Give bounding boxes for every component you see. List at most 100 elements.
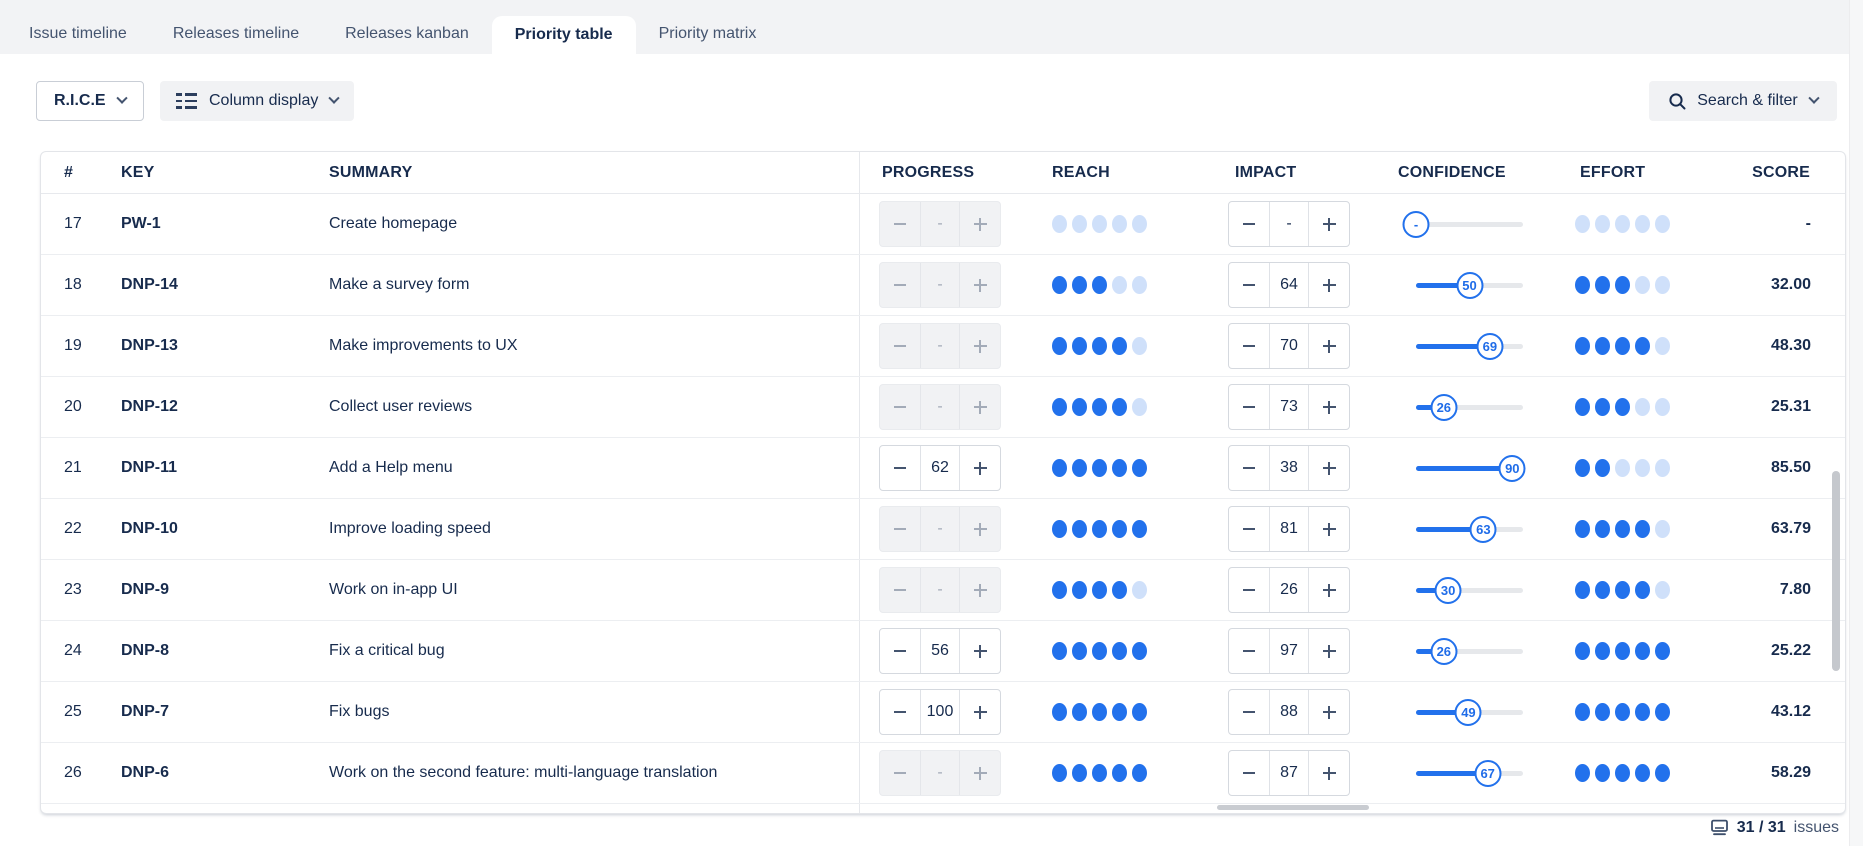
reach-dot[interactable] [1052,642,1067,660]
effort-dot[interactable] [1635,764,1650,782]
column-header-confidence[interactable]: CONFIDENCE [1376,152,1574,193]
effort-dot[interactable] [1655,703,1670,721]
confidence-handle[interactable]: 90 [1499,455,1526,482]
reach-dot[interactable] [1092,459,1107,477]
effort-dot[interactable] [1635,703,1650,721]
column-header-impact[interactable]: IMPACT [1190,152,1376,193]
effort-dot[interactable] [1655,215,1670,233]
effort-dot[interactable] [1635,642,1650,660]
reach-dot[interactable] [1092,642,1107,660]
reach-dot[interactable] [1132,520,1147,538]
confidence-handle[interactable]: 67 [1474,760,1501,787]
issue-key[interactable]: DNP-9 [101,560,309,620]
impact-decrease-button[interactable] [1229,568,1269,612]
impact-increase-button[interactable] [1309,263,1349,307]
effort-dot[interactable] [1615,276,1630,294]
impact-decrease-button[interactable] [1229,202,1269,246]
reach-dot[interactable] [1072,520,1087,538]
effort-dot[interactable] [1635,337,1650,355]
effort-dot[interactable] [1615,642,1630,660]
impact-increase-button[interactable] [1309,324,1349,368]
reach-dot[interactable] [1132,276,1147,294]
effort-dot[interactable] [1615,703,1630,721]
effort-dot[interactable] [1595,459,1610,477]
reach-dot[interactable] [1132,337,1147,355]
effort-dot[interactable] [1615,581,1630,599]
reach-dot[interactable] [1132,398,1147,416]
progress-decrease-button[interactable] [880,629,920,673]
impact-decrease-button[interactable] [1229,507,1269,551]
effort-dot[interactable] [1635,520,1650,538]
issue-summary[interactable]: Collect user reviews [309,377,860,437]
tab-issue-timeline[interactable]: Issue timeline [6,14,150,54]
effort-dot[interactable] [1655,276,1670,294]
issue-summary[interactable]: Make a survey form [309,255,860,315]
reach-dot[interactable] [1072,337,1087,355]
issue-summary[interactable]: Add a Help menu [309,438,860,498]
issue-key[interactable]: DNP-6 [101,743,309,803]
reach-dot[interactable] [1072,581,1087,599]
impact-increase-button[interactable] [1309,690,1349,734]
reach-dot[interactable] [1052,215,1067,233]
issue-key[interactable]: DNP-11 [101,438,309,498]
effort-dot[interactable] [1655,520,1670,538]
issue-summary[interactable]: Fix bugs [309,682,860,742]
reach-dot[interactable] [1112,642,1127,660]
effort-dot[interactable] [1595,398,1610,416]
reach-dot[interactable] [1092,581,1107,599]
impact-increase-button[interactable] [1309,446,1349,490]
issue-key[interactable]: DNP-13 [101,316,309,376]
search-filter-button[interactable]: Search & filter [1649,81,1837,121]
impact-decrease-button[interactable] [1229,385,1269,429]
effort-dot[interactable] [1615,764,1630,782]
reach-dot[interactable] [1112,764,1127,782]
reach-dot[interactable] [1052,703,1067,721]
impact-increase-button[interactable] [1309,385,1349,429]
effort-dot[interactable] [1575,764,1590,782]
column-header-progress[interactable]: PROGRESS [860,152,1028,193]
confidence-handle[interactable]: 26 [1430,638,1457,665]
reach-dot[interactable] [1092,337,1107,355]
reach-dot[interactable] [1092,520,1107,538]
effort-dot[interactable] [1615,520,1630,538]
reach-dot[interactable] [1052,581,1067,599]
reach-dot[interactable] [1072,703,1087,721]
effort-dot[interactable] [1635,398,1650,416]
effort-dot[interactable] [1655,581,1670,599]
issue-summary[interactable]: Create homepage [309,194,860,254]
progress-increase-button[interactable] [960,690,1000,734]
slider-track[interactable] [1416,222,1523,227]
reach-dot[interactable] [1132,215,1147,233]
progress-decrease-button[interactable] [880,446,920,490]
page-scrollbar[interactable] [1849,0,1863,846]
effort-dot[interactable] [1595,581,1610,599]
confidence-handle[interactable]: 63 [1470,516,1497,543]
confidence-handle[interactable]: 69 [1476,333,1503,360]
issue-summary[interactable]: Make improvements to UX [309,316,860,376]
impact-decrease-button[interactable] [1229,751,1269,795]
column-header-score[interactable]: SCORE [1724,152,1846,193]
issue-summary[interactable]: Work on in-app UI [309,560,860,620]
effort-dot[interactable] [1635,215,1650,233]
impact-increase-button[interactable] [1309,507,1349,551]
reach-dot[interactable] [1112,703,1127,721]
reach-dot[interactable] [1132,459,1147,477]
reach-dot[interactable] [1132,703,1147,721]
reach-dot[interactable] [1092,276,1107,294]
reach-dot[interactable] [1112,337,1127,355]
effort-dot[interactable] [1575,459,1590,477]
vertical-scrollbar-thumb[interactable] [1832,471,1840,671]
reach-dot[interactable] [1052,276,1067,294]
reach-dot[interactable] [1052,398,1067,416]
tab-priority-matrix[interactable]: Priority matrix [636,14,780,54]
reach-dot[interactable] [1092,398,1107,416]
issue-key[interactable]: DNP-14 [101,255,309,315]
reach-dot[interactable] [1112,520,1127,538]
effort-dot[interactable] [1655,459,1670,477]
column-header-effort[interactable]: EFFORT [1574,152,1724,193]
progress-decrease-button[interactable] [880,690,920,734]
impact-decrease-button[interactable] [1229,446,1269,490]
effort-dot[interactable] [1635,459,1650,477]
impact-decrease-button[interactable] [1229,263,1269,307]
reach-dot[interactable] [1112,581,1127,599]
